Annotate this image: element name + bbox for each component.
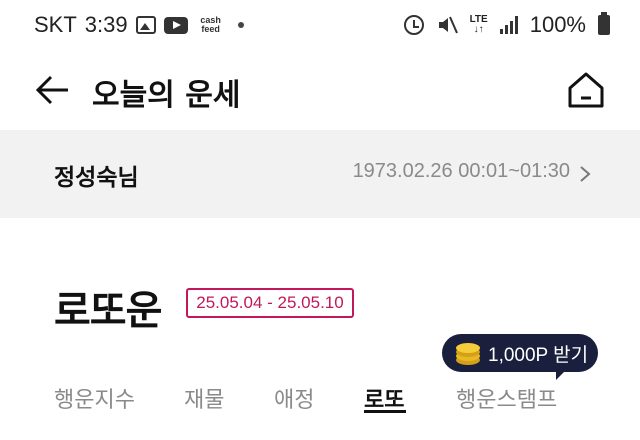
back-button[interactable] xyxy=(34,72,74,108)
home-button[interactable] xyxy=(566,70,606,110)
status-bar: SKT 3:39 cash feed LTE ↓↑ 100% xyxy=(0,0,640,52)
profile-name: 정성숙님 xyxy=(54,165,139,191)
cashfeed-icon: cash feed xyxy=(196,16,226,34)
battery-icon xyxy=(598,12,610,35)
tab-lucky-stamp[interactable]: 행운스탬프 xyxy=(456,382,557,414)
signal-icon xyxy=(499,16,518,34)
notification-dot-icon xyxy=(237,22,244,28)
status-bar-left: SKT 3:39 cash feed xyxy=(34,12,244,38)
page-title: 오늘의 운세 xyxy=(92,78,241,113)
profile-row[interactable]: 정성숙님 1973.02.26 00:01~01:30 xyxy=(0,130,640,218)
active-tab-indicator xyxy=(364,410,406,413)
clock: 3:39 xyxy=(84,12,128,37)
status-bar-right: LTE ↓↑ 100% xyxy=(403,12,610,38)
home-icon xyxy=(568,72,604,108)
gallery-icon xyxy=(135,16,156,34)
app-header: 오늘의 운세 xyxy=(0,58,640,122)
mute-icon xyxy=(438,16,458,34)
date-range-badge: 25.05.04 - 25.05.10 xyxy=(186,288,354,318)
arrow-left-icon xyxy=(35,75,68,105)
youtube-icon xyxy=(163,16,188,34)
lte-icon: LTE ↓↑ xyxy=(470,15,488,35)
carrier-label: SKT xyxy=(34,12,77,37)
tab-luck-index[interactable]: 행운지수 xyxy=(54,382,135,414)
tab-love[interactable]: 애정 xyxy=(274,382,314,414)
tooltip-label: 1,000P 받기 xyxy=(488,344,589,366)
coin-stack-icon xyxy=(456,343,480,365)
battery-percent: 100% xyxy=(529,12,586,37)
reward-tooltip[interactable]: 1,000P 받기 xyxy=(442,334,598,372)
chevron-right-icon xyxy=(580,166,591,182)
profile-birth-datetime: 1973.02.26 00:01~01:30 xyxy=(352,160,570,182)
fortune-tabs: 행운지수 재물 애정 로또 행운스탬프 xyxy=(0,376,640,440)
tab-wealth[interactable]: 재물 xyxy=(184,382,224,414)
section-title: 로또운 xyxy=(54,288,162,334)
cashfeed-line2: feed xyxy=(201,24,220,34)
lte-arrows: ↓↑ xyxy=(473,24,484,35)
alarm-icon xyxy=(403,15,424,35)
